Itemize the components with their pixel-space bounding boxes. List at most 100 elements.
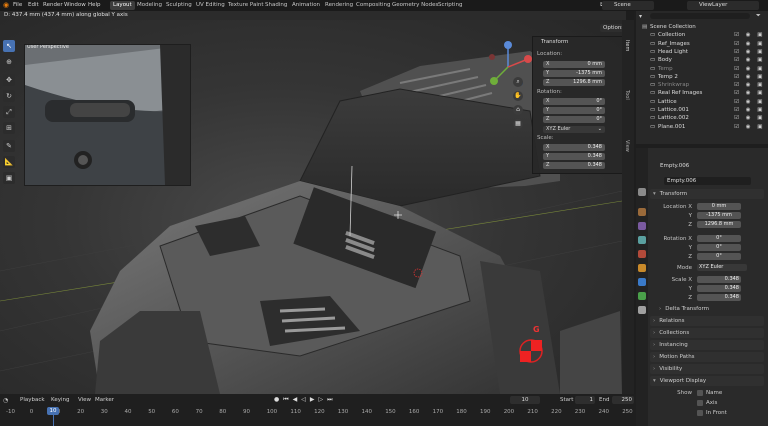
prop-rotation-y[interactable]: 0° [697, 244, 741, 251]
visibility-toggles-icon[interactable]: ☑ ◉ ▣ [734, 81, 765, 89]
next-key-icon[interactable]: ▷ [319, 396, 328, 403]
outliner-item[interactable]: ▭ Ref_Images ☑ ◉ ▣ [636, 40, 768, 48]
menu-render[interactable]: Render [43, 2, 63, 8]
outliner-item[interactable]: ▭ Shrinkwrap ☑ ◉ ▣ [636, 81, 768, 89]
prev-key-icon[interactable]: ◀ [293, 396, 302, 403]
outliner-item[interactable]: ▭ Head Light ☑ ◉ ▣ [636, 48, 768, 56]
select-box-tool-icon[interactable]: ↖ [3, 40, 15, 52]
tab-modeling[interactable]: Modeling [134, 1, 165, 10]
menu-help[interactable]: Help [88, 2, 101, 8]
outliner-item[interactable]: ▭ Plane.001 ☑ ◉ ▣ [636, 123, 768, 131]
visibility-toggles-icon[interactable]: ☑ ◉ ▣ [734, 98, 765, 106]
move-gizmo-icon[interactable] [518, 338, 544, 364]
visibility-toggles-icon[interactable]: ☑ ◉ ▣ [734, 48, 765, 56]
end-frame-field[interactable]: 250 [612, 396, 634, 404]
scene-tab-icon[interactable] [638, 250, 646, 258]
delta-transform-section[interactable]: › Delta Transform [656, 304, 764, 314]
timeline-menu-view[interactable]: View [78, 397, 91, 403]
location-x-field[interactable]: X0 mm [543, 61, 605, 68]
prop-rotation-z[interactable]: 0° [697, 253, 741, 260]
prop-rotation-mode-select[interactable]: XYZ Euler [697, 264, 747, 271]
move-tool-icon[interactable]: ✥ [3, 74, 15, 86]
play-icon[interactable]: ▶ [310, 396, 319, 403]
add-cube-tool-icon[interactable]: ▣ [3, 172, 15, 184]
jump-start-icon[interactable]: ⏮ [283, 396, 292, 403]
perspective-grid-icon[interactable]: ▦ [513, 119, 523, 129]
tab-scripting[interactable]: Scripting [435, 1, 465, 10]
prop-location-z[interactable]: 1296.8 mm [697, 221, 741, 228]
start-frame-field[interactable]: 1 [575, 396, 595, 404]
tab-uv-editing[interactable]: UV Editing [193, 1, 228, 10]
visibility-toggles-icon[interactable]: ☑ ◉ ▣ [734, 65, 765, 73]
prop-location-x[interactable]: 0 mm [697, 203, 741, 210]
outliner-item[interactable]: ▭ Temp 2 ☑ ◉ ▣ [636, 73, 768, 81]
tab-item[interactable]: Item [624, 40, 630, 51]
relations-section[interactable]: › Relations [650, 316, 764, 326]
rotation-mode-select[interactable]: XYZ Euler ⌄ [543, 126, 605, 133]
tab-texture-paint[interactable]: Texture Paint [225, 1, 267, 10]
outliner-search-input[interactable] [650, 13, 750, 19]
data-tab-icon[interactable] [638, 306, 646, 314]
tab-layout[interactable]: Layout [110, 1, 135, 10]
visibility-toggles-icon[interactable]: ☑ ◉ ▣ [734, 73, 765, 81]
show-name-checkbox[interactable] [697, 390, 703, 396]
prop-location-y[interactable]: -1375 mm [697, 212, 741, 219]
prop-scale-y[interactable]: 0.348 [697, 285, 741, 292]
prop-scale-z[interactable]: 0.348 [697, 294, 741, 301]
render-tab-icon[interactable] [638, 208, 646, 216]
visibility-toggles-icon[interactable]: ☑ ◉ ▣ [734, 123, 765, 131]
measure-tool-icon[interactable]: 📐 [3, 156, 15, 168]
physics-tab-icon[interactable] [638, 278, 646, 286]
outliner-item[interactable]: ▭ Lattice ☑ ◉ ▣ [636, 98, 768, 106]
transform-tool-icon[interactable]: ⊞ [3, 122, 15, 134]
rotation-y-field[interactable]: Y 0° [543, 107, 605, 114]
cursor-tool-icon[interactable]: ⊕ [3, 56, 15, 68]
timeline-menu-marker[interactable]: Marker [95, 397, 114, 403]
playhead-frame-marker[interactable]: 10 [47, 407, 59, 415]
scene-selector[interactable]: Scene [602, 1, 654, 10]
scale-tool-icon[interactable]: ⤢ [3, 106, 15, 118]
outliner-filter-icon[interactable]: ▾ [639, 13, 642, 20]
scale-z-field[interactable]: Z 0.348 [543, 162, 605, 169]
output-tab-icon[interactable] [638, 222, 646, 230]
prop-scale-x[interactable]: 0.348 [697, 276, 741, 283]
data-name-field[interactable]: Empty.006 [664, 177, 751, 185]
rotation-x-field[interactable]: X 0° [543, 98, 605, 105]
rotate-tool-icon[interactable]: ↻ [3, 90, 15, 102]
object-name-field[interactable]: Empty.006 [660, 162, 745, 170]
current-frame-field[interactable]: 10 [510, 396, 540, 404]
viewport-display-section[interactable]: ▾ Viewport Display [650, 376, 764, 386]
reference-image-inset[interactable]: User Perspective [24, 44, 191, 186]
blender-logo-icon[interactable]: ◉ [3, 1, 9, 9]
jump-end-icon[interactable]: ⏭ [327, 396, 336, 403]
outliner-item[interactable]: ▭ Real Ref Images ☑ ◉ ▣ [636, 89, 768, 97]
tab-rendering[interactable]: Rendering [322, 1, 356, 10]
outliner-item[interactable]: ▭ Lattice.002 ☑ ◉ ▣ [636, 114, 768, 122]
visibility-toggles-icon[interactable]: ☑ ◉ ▣ [734, 114, 765, 122]
motion-paths-section[interactable]: › Motion Paths [650, 352, 764, 362]
outliner-item[interactable]: ▭ Body ☑ ◉ ▣ [636, 56, 768, 64]
tool-tab-icon[interactable] [638, 188, 646, 196]
visibility-toggles-icon[interactable]: ☑ ◉ ▣ [734, 31, 765, 39]
record-icon[interactable]: ● [274, 396, 283, 403]
visibility-section[interactable]: › Visibility [650, 364, 764, 374]
timeline-menu-playback[interactable]: Playback [20, 397, 45, 403]
location-z-field[interactable]: Z 1296.8 mm [543, 79, 605, 86]
timeline-menu-keying[interactable]: Keying [51, 397, 69, 403]
outliner-item[interactable]: ▤ Scene Collection [636, 23, 768, 31]
filter-funnel-icon[interactable]: ⏷ [756, 12, 761, 20]
constraints-tab-icon[interactable] [638, 292, 646, 300]
tab-shading[interactable]: Shading [262, 1, 290, 10]
tab-geometry-nodes[interactable]: Geometry Nodes [389, 1, 441, 10]
pan-hand-icon[interactable]: ✋ [513, 91, 523, 101]
camera-icon[interactable]: ⌂ [513, 105, 523, 115]
menu-window[interactable]: Window [64, 2, 86, 8]
timeline-editor-icon[interactable]: ◔ [3, 397, 8, 404]
outliner-item[interactable]: ▭ Collection ☑ ◉ ▣ [636, 31, 768, 39]
tab-view[interactable]: View [624, 140, 630, 152]
play-reverse-icon[interactable]: ◁ [301, 396, 310, 403]
tab-animation[interactable]: Animation [289, 1, 323, 10]
tab-tool[interactable]: Tool [624, 90, 630, 100]
show-in-front-checkbox[interactable] [697, 410, 703, 416]
view-layer-tab-icon[interactable] [638, 236, 646, 244]
